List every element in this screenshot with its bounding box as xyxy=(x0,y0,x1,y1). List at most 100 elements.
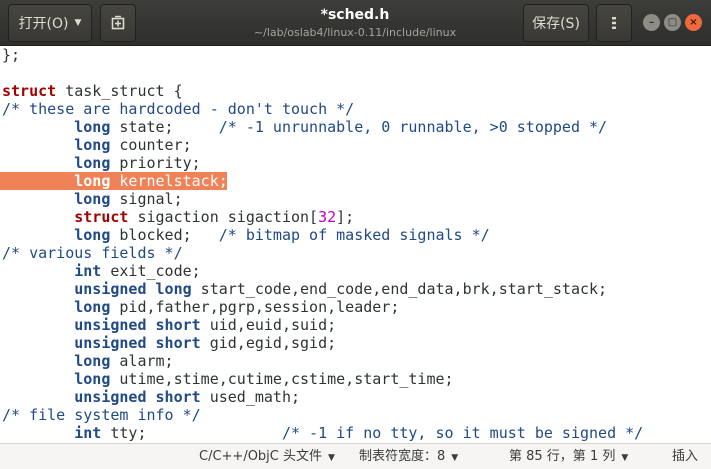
save-button-label: 保存(S) xyxy=(532,16,580,32)
code-token: priority; xyxy=(110,154,201,172)
code-token: /* various fields */ xyxy=(2,244,183,262)
code-token: start_code,end_code,end_data,brk,start_s… xyxy=(191,280,608,298)
cursor-position-label: 第 85 行，第 1 列 xyxy=(509,449,616,464)
code-line[interactable] xyxy=(0,64,2,82)
code-token: state; xyxy=(110,118,219,136)
code-token: long xyxy=(74,154,111,172)
code-token: int xyxy=(74,262,102,280)
code-line[interactable]: /* file system info */ xyxy=(0,406,201,424)
code-line[interactable]: long alarm; xyxy=(0,352,174,370)
chevron-down-icon: ▼ xyxy=(451,453,459,463)
hamburger-menu-button[interactable] xyxy=(596,4,632,42)
code-token: blocked; xyxy=(110,226,219,244)
code-token: kernelstack; xyxy=(110,172,228,190)
code-token: utime,stime,cutime,cstime,start_time; xyxy=(110,370,454,388)
window-controls: – □ × xyxy=(643,14,702,31)
code-line[interactable]: unsigned long start_code,end_code,end_da… xyxy=(0,280,607,298)
code-line[interactable]: int exit_code; xyxy=(0,262,201,280)
code-token: unsigned short xyxy=(74,334,201,352)
code-token: exit_code; xyxy=(101,262,201,280)
code-line[interactable]: long counter; xyxy=(0,136,192,154)
maximize-icon[interactable]: □ xyxy=(664,14,681,31)
open-button[interactable]: 打开(O) ▼ xyxy=(8,4,92,42)
code-token: gid,egid,sgid; xyxy=(200,334,337,352)
close-icon[interactable]: × xyxy=(685,14,702,31)
code-token: /* -1 unrunnable, 0 runnable, >0 stopped… xyxy=(218,118,608,136)
insert-mode-indicator: 插入 xyxy=(672,449,699,464)
new-document-button[interactable] xyxy=(100,4,136,42)
chevron-down-icon: ▼ xyxy=(328,453,335,463)
code-token: uid,euid,suid; xyxy=(200,316,337,334)
code-token: unsigned short xyxy=(74,388,201,406)
code-token: used_math; xyxy=(200,388,301,406)
code-line[interactable]: long state; /* -1 unrunnable, 0 runnable… xyxy=(0,118,607,136)
code-line[interactable]: long blocked; /* bitmap of masked signal… xyxy=(0,226,490,244)
language-selector[interactable]: C/C++/ObjC 头文件 ▼ xyxy=(199,444,335,469)
document-title: *sched.h xyxy=(320,7,390,23)
code-line[interactable]: long signal; xyxy=(0,190,183,208)
code-token: long xyxy=(74,370,111,388)
code-line[interactable]: long utime,stime,cutime,cstime,start_tim… xyxy=(0,370,454,388)
document-path: ~/lab/oslab4/linux-0.11/include/linux xyxy=(253,26,457,39)
code-line[interactable]: /* various fields */ xyxy=(0,244,183,262)
code-token: alarm; xyxy=(110,352,174,370)
code-line[interactable]: struct sigaction sigaction[32]; xyxy=(0,208,354,226)
window-title-block: *sched.h ~/lab/oslab4/linux-0.11/include… xyxy=(180,6,530,41)
code-line[interactable]: long pid,father,pgrp,session,leader; xyxy=(0,298,399,316)
code-token: int xyxy=(74,424,102,442)
code-token: pid,father,pgrp,session,leader; xyxy=(110,298,400,316)
code-token: task_struct { xyxy=(56,82,183,100)
code-token: signal; xyxy=(110,190,183,208)
code-line-highlighted[interactable]: long kernelstack; xyxy=(0,172,228,190)
minimize-icon[interactable]: – xyxy=(643,14,660,31)
code-token: long xyxy=(74,136,111,154)
code-editor[interactable]: }; struct task_struct {/* these are hardc… xyxy=(0,46,711,443)
save-button[interactable]: 保存(S) xyxy=(523,4,589,42)
code-token: /* file system info */ xyxy=(2,406,201,424)
code-line[interactable]: long priority; xyxy=(0,154,201,172)
code-line[interactable]: }; xyxy=(0,46,20,64)
code-token: /* -1 if no tty, so it must be signed */ xyxy=(281,424,644,442)
code-token: }; xyxy=(2,46,21,64)
code-token: struct xyxy=(74,208,129,226)
code-line[interactable]: unsigned short uid,euid,suid; xyxy=(0,316,336,334)
code-token: long xyxy=(74,172,111,190)
open-button-label: 打开(O) xyxy=(18,16,69,32)
code-token: long xyxy=(74,190,111,208)
code-token: counter; xyxy=(110,136,192,154)
code-token: long xyxy=(74,298,111,316)
code-token: 32 xyxy=(318,208,337,226)
code-token: unsigned short xyxy=(74,316,201,334)
code-token: long xyxy=(74,352,111,370)
code-line[interactable]: /* these are hardcoded - don't touch */ xyxy=(0,100,354,118)
code-line[interactable]: struct task_struct { xyxy=(0,82,183,100)
header-bar: 打开(O) ▼ *sched.h ~/lab/oslab4/linux-0.11… xyxy=(0,0,711,46)
code-line[interactable]: unsigned short used_math; xyxy=(0,388,300,406)
code-line[interactable]: int tty; /* -1 if no tty, so it must be … xyxy=(0,424,643,442)
cursor-position-selector[interactable]: 第 85 行，第 1 列 ▼ xyxy=(509,444,628,469)
code-token: /* bitmap of masked signals */ xyxy=(218,226,490,244)
code-token: /* these are hardcoded - don't touch */ xyxy=(2,100,355,118)
code-token: tty; xyxy=(101,424,282,442)
tab-width-label: 制表符宽度：8 xyxy=(359,449,446,464)
chevron-down-icon: ▼ xyxy=(621,453,629,463)
tab-width-selector[interactable]: 制表符宽度：8 ▼ xyxy=(359,444,458,469)
language-label: C/C++/ObjC 头文件 xyxy=(199,449,323,464)
code-token: unsigned long xyxy=(74,280,192,298)
chevron-down-icon: ▼ xyxy=(74,18,82,28)
code-token: long xyxy=(74,118,111,136)
code-line[interactable]: unsigned short gid,egid,sgid; xyxy=(0,334,336,352)
status-bar: C/C++/ObjC 头文件 ▼ 制表符宽度：8 ▼ 第 85 行，第 1 列 ▼ 插… xyxy=(0,443,711,469)
